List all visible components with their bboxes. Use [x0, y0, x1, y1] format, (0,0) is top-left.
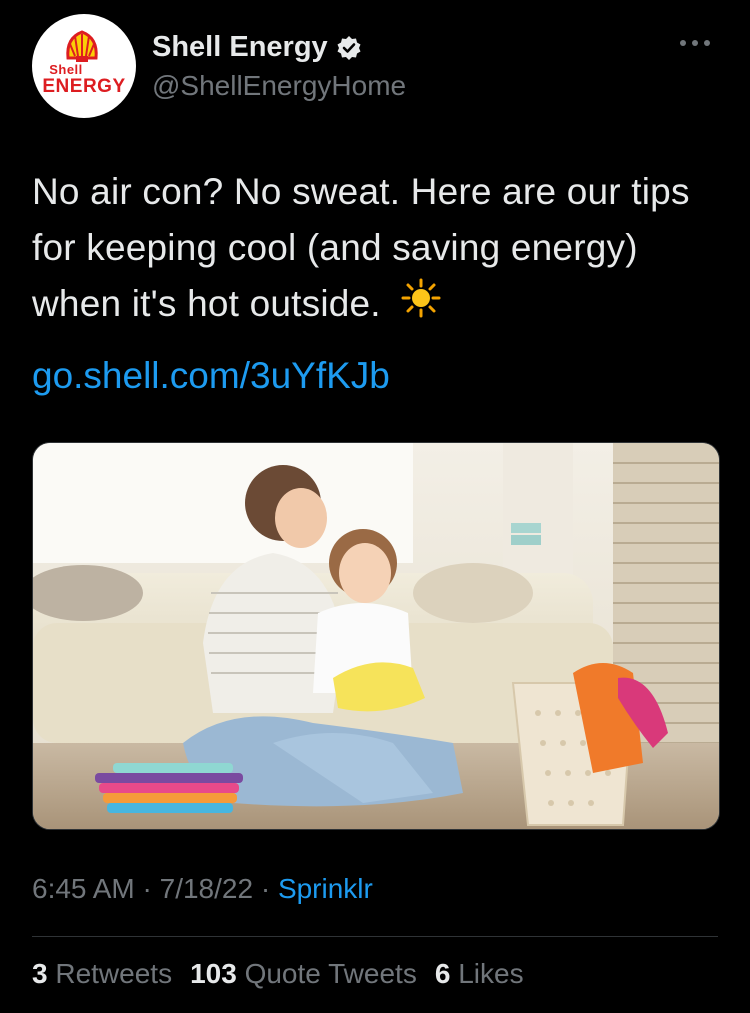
- likes-count: 6: [434, 958, 451, 989]
- likes-stat[interactable]: 6 Likes: [435, 958, 524, 989]
- tweet-text: No air con? No sweat. Here are our tips …: [32, 164, 722, 334]
- quote-tweets-label: Quote Tweets: [244, 958, 417, 989]
- retweets-stat[interactable]: 3 Retweets: [32, 958, 172, 989]
- divider: [32, 936, 718, 937]
- meta-separator: ·: [253, 873, 278, 904]
- photo-mother-daughter-laundry: [33, 443, 719, 829]
- tweet-source[interactable]: Sprinklr: [278, 873, 373, 904]
- tweet-header: Shell ENERGY Shell Energy @ShellEnergyHo…: [32, 14, 718, 118]
- tweet-media-photo[interactable]: [32, 442, 720, 830]
- avatar[interactable]: Shell ENERGY: [32, 14, 136, 118]
- retweets-count: 3: [32, 958, 48, 989]
- quote-tweets-stat[interactable]: 103 Quote Tweets: [190, 958, 417, 989]
- sun-icon: [401, 278, 441, 334]
- quote-tweets-count: 103: [190, 958, 237, 989]
- author-handle[interactable]: @ShellEnergyHome: [152, 70, 406, 102]
- meta-separator: ·: [134, 873, 160, 904]
- avatar-energy-text: ENERGY: [42, 76, 126, 97]
- avatar-shell-text: Shell: [49, 62, 83, 77]
- tweet-meta: 6:45 AM · 7/18/22 · Sprinklr: [32, 873, 373, 905]
- tweet-date[interactable]: 7/18/22: [160, 873, 253, 904]
- name-row: Shell Energy: [152, 31, 362, 64]
- more-options-icon[interactable]: [678, 36, 712, 48]
- tweet-link[interactable]: go.shell.com/3uYfKJb: [32, 348, 390, 404]
- retweets-label: Retweets: [55, 958, 173, 989]
- verified-badge-icon: [336, 35, 362, 61]
- tweet-stats: 3 Retweets 103 Quote Tweets 6 Likes: [32, 958, 542, 990]
- tweet-time[interactable]: 6:45 AM: [32, 873, 135, 904]
- display-name[interactable]: Shell Energy: [152, 31, 328, 64]
- likes-label: Likes: [458, 958, 524, 989]
- tweet-body: No air con? No sweat. Here are our tips …: [32, 171, 690, 324]
